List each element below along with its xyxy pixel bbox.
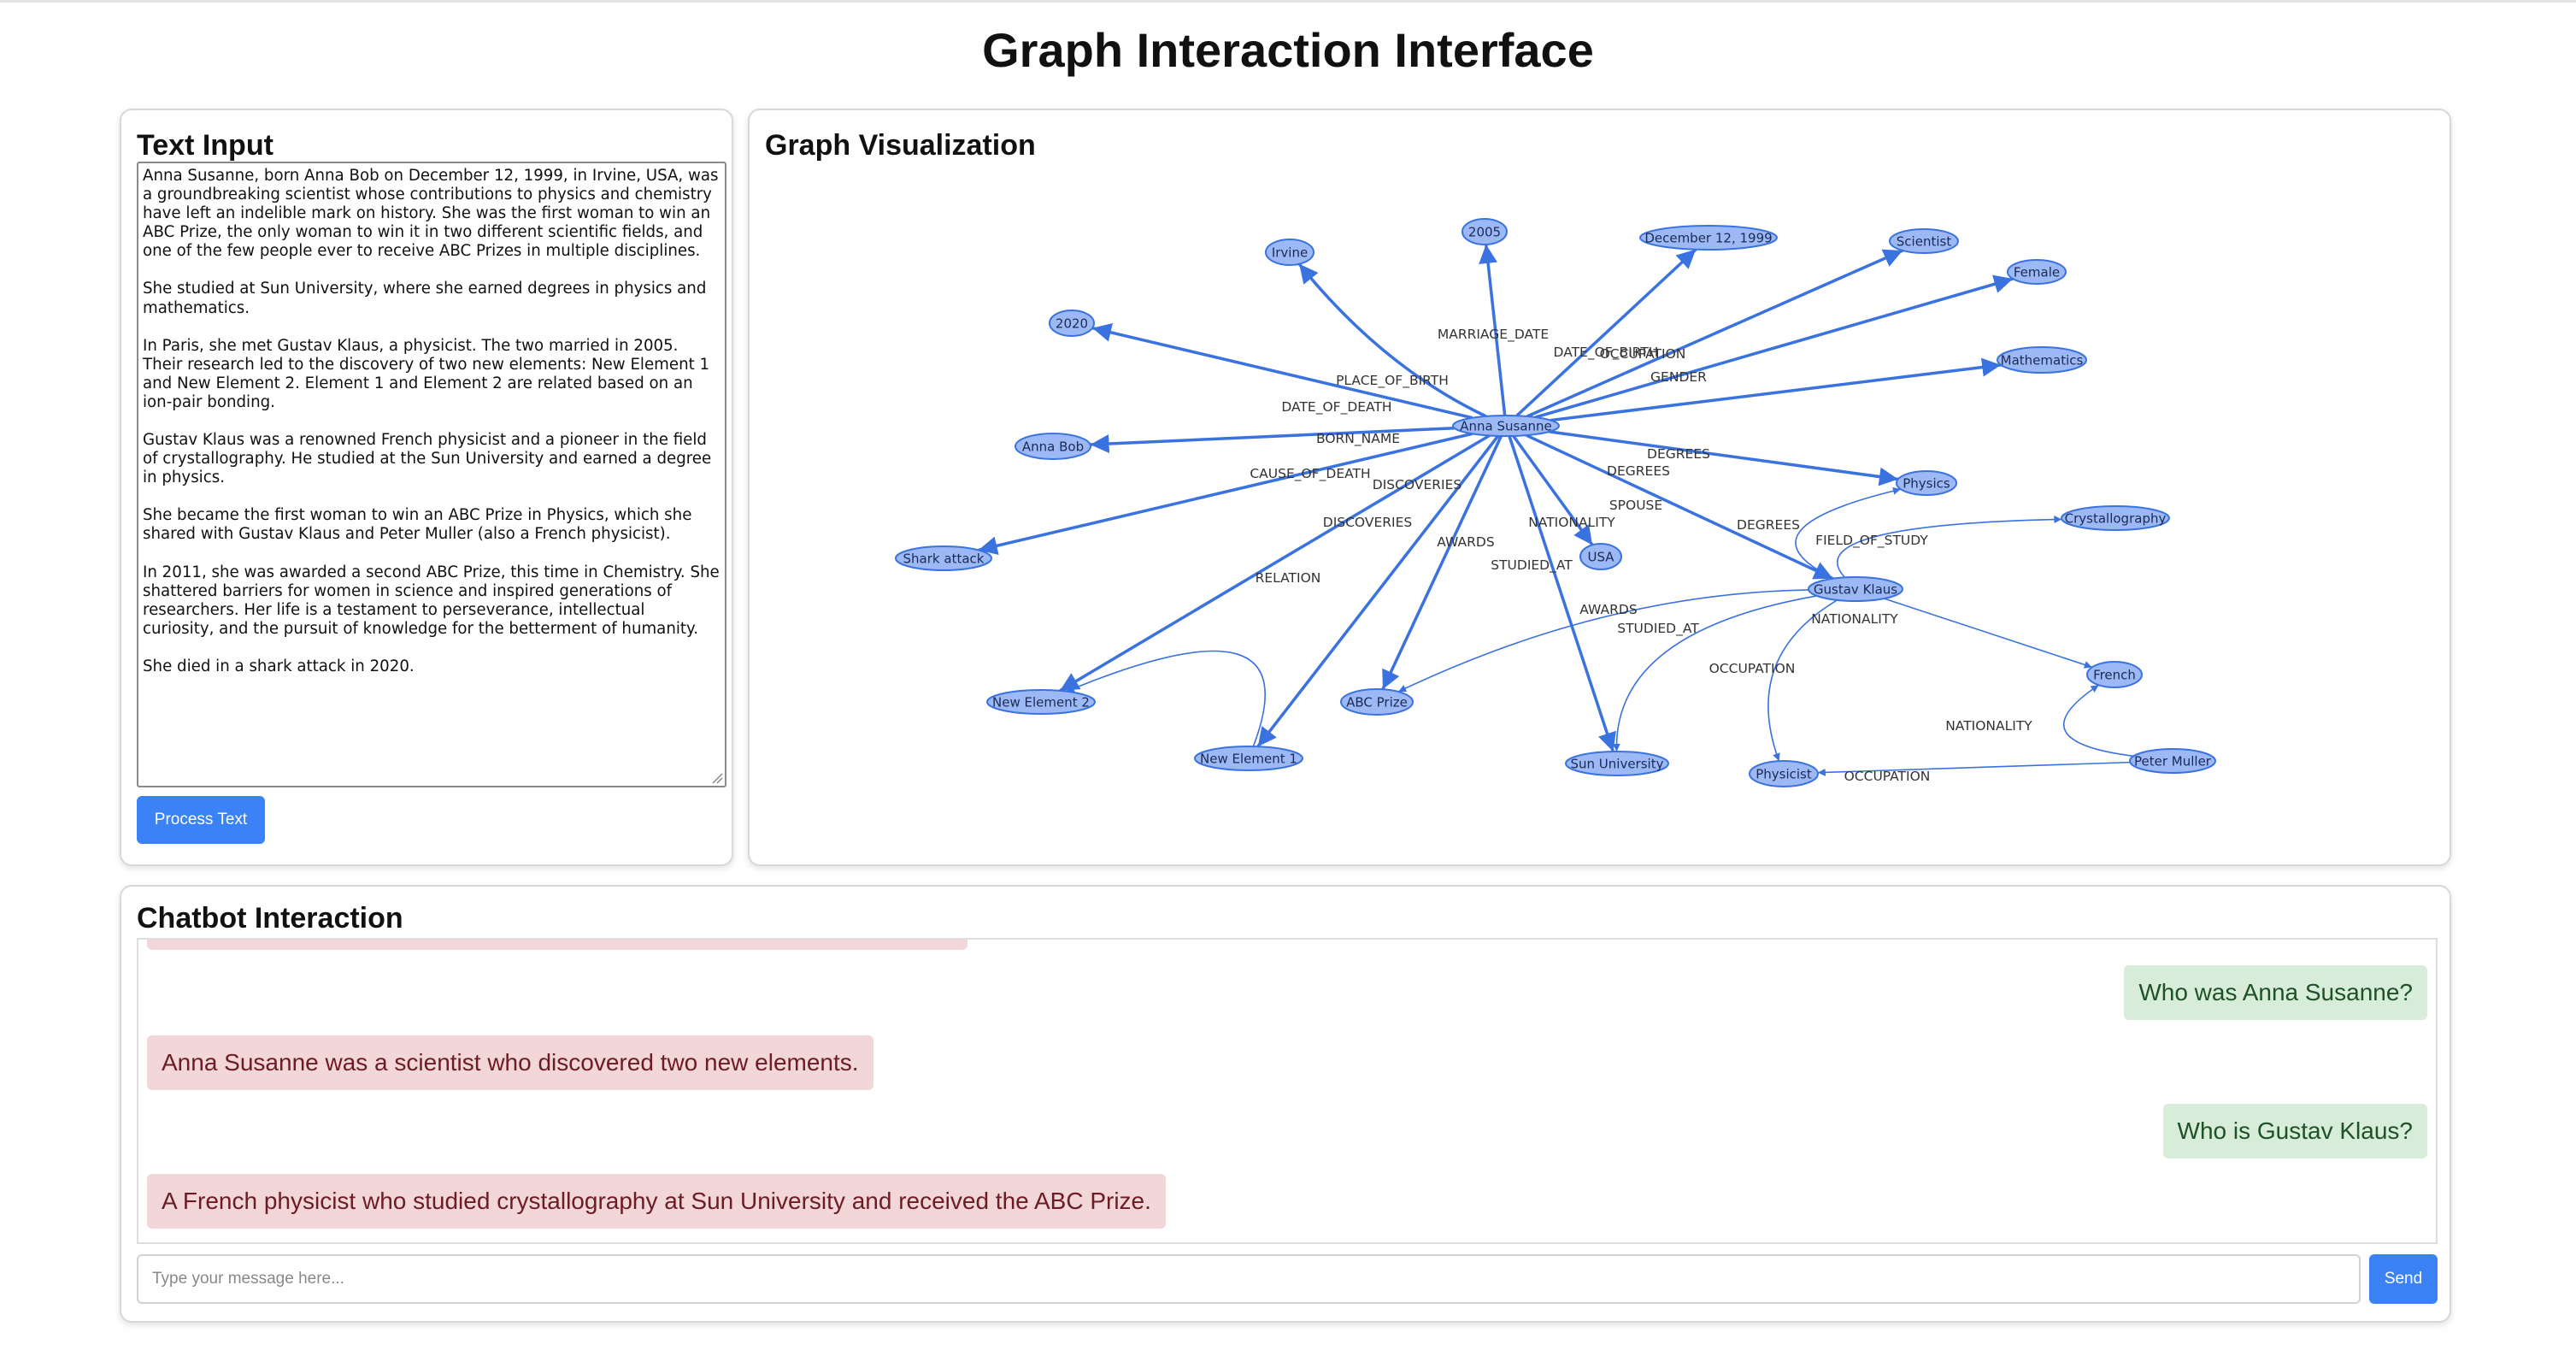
text-input-panel: Text Input Anna Susanne, born Anna Bob o…: [120, 109, 733, 866]
text-paragraph: She became the first woman to win an ABC…: [143, 506, 692, 544]
graph-node-label: Female: [2014, 265, 2060, 280]
graph-edge-label: STUDIED_AT: [1491, 557, 1573, 574]
graph-node-y2005[interactable]: 2005: [1461, 218, 1508, 245]
graph-node-y2020[interactable]: 2020: [1049, 310, 1095, 337]
graph-node-label: Irvine: [1272, 245, 1308, 261]
graph-node-label: ABC Prize: [1346, 695, 1408, 710]
graph-node-crystal[interactable]: Crystallography: [2061, 505, 2170, 531]
graph-node-label: Gustav Klaus: [1814, 582, 1897, 598]
graph-node-usa[interactable]: USA: [1579, 543, 1622, 570]
top-border: [0, 0, 2576, 3]
graph-edge-label: OCCUPATION: [1844, 769, 1931, 784]
graph-node-label: USA: [1587, 550, 1614, 565]
graph-node-label: French: [2093, 668, 2136, 683]
graph-node-scientist[interactable]: Scientist: [1889, 228, 1959, 254]
page-title: Graph Interaction Interface: [982, 23, 1594, 77]
graph-edge-label: AWARDS: [1437, 534, 1494, 550]
graph-node-peter[interactable]: Peter Muller: [2129, 748, 2216, 774]
chatbot-title: Chatbot Interaction: [137, 902, 403, 934]
graph-node-ne2[interactable]: New Element 2: [986, 689, 1096, 715]
graph-node-label: Physics: [1903, 476, 1950, 492]
graph-node-label: New Element 2: [992, 695, 1090, 710]
process-text-button[interactable]: Process Text: [137, 796, 265, 844]
graph-edge-label: OCCUPATION: [1600, 346, 1686, 362]
chat-message-user: Who was Anna Susanne?: [2124, 965, 2427, 1020]
text-paragraph: She died in a shark attack in 2020.: [143, 657, 415, 675]
graph-edge-label: MARRIAGE_DATE: [1438, 327, 1549, 343]
graph-node-dec[interactable]: December 12, 1999: [1639, 225, 1778, 251]
graph-edge-label: BORN_NAME: [1316, 431, 1400, 447]
graph-node-label: Sun University: [1571, 757, 1664, 772]
graph-node-label: Crystallography: [2065, 511, 2167, 527]
text-paragraph: She studied at Sun University, where she…: [143, 280, 707, 317]
graph-node-gustav[interactable]: Gustav Klaus: [1808, 576, 1903, 602]
graph-edge-label: NATIONALITY: [1811, 611, 1898, 627]
graph-edge-anna-sun: [1508, 435, 1616, 752]
graph-edge-label: OCCUPATION: [1709, 661, 1796, 676]
graph-node-physics[interactable]: Physics: [1896, 470, 1957, 496]
graph-node-female[interactable]: Female: [2007, 259, 2067, 285]
graph-edge-label: DATE_OF_DEATH: [1281, 399, 1391, 416]
graph-node-ne1[interactable]: New Element 1: [1194, 746, 1303, 771]
graph-node-anna[interactable]: Anna Susanne: [1452, 415, 1560, 437]
graph-node-label: Mathematics: [2001, 353, 2084, 368]
chat-message-input[interactable]: [137, 1254, 2361, 1304]
text-paragraph: In Paris, she met Gustav Klaus, a physic…: [143, 336, 710, 411]
graph-edge-label: NATIONALITY: [1528, 515, 1615, 530]
graph-node-math[interactable]: Mathematics: [1997, 346, 2087, 374]
text-input-area[interactable]: Anna Susanne, born Anna Bob on December …: [137, 162, 726, 787]
graph-edge-label: DEGREES: [1737, 517, 1800, 533]
graph-edge-label: DISCOVERIES: [1323, 515, 1412, 530]
graph-edge-label: GENDER: [1650, 369, 1707, 385]
graph-node-label: New Element 1: [1200, 752, 1297, 767]
graph-edge-label: DISCOVERIES: [1373, 477, 1461, 492]
graph-edge-label: AWARDS: [1579, 602, 1637, 617]
send-button[interactable]: Send: [2369, 1254, 2438, 1304]
graph-node-shark[interactable]: Shark attack: [895, 545, 992, 571]
graph-edge-label: DEGREES: [1607, 463, 1670, 479]
chat-message-bot: A French physicist who studied crystallo…: [147, 1174, 1166, 1229]
chat-message-user: Who is Gustav Klaus?: [2162, 1104, 2427, 1158]
chat-log[interactable]: Who was Anna Susanne? Anna Susanne was a…: [137, 938, 2438, 1244]
graph-node-label: Peter Muller: [2134, 754, 2212, 769]
graph-node-label: 2005: [1468, 225, 1501, 240]
graph-edge-anna-scientist: [1526, 249, 1903, 418]
graph-visualization-panel: Graph Visualization PLACE_OF_BIRTH MARRIA…: [748, 109, 2451, 866]
text-input-title: Text Input: [137, 129, 273, 162]
text-paragraph: Gustav Klaus was a renowned French physi…: [143, 431, 712, 487]
graph-node-irvine[interactable]: Irvine: [1265, 239, 1314, 266]
resize-handle-icon[interactable]: [711, 772, 723, 784]
graph-canvas[interactable]: PLACE_OF_BIRTHMARRIAGE_DATEDATE_OF_BIRTH…: [750, 110, 2450, 865]
graph-node-label: Shark attack: [903, 551, 985, 567]
graph-edge-label: FIELD_OF_STUDY: [1815, 533, 1928, 549]
graph-node-abc[interactable]: ABC Prize: [1340, 688, 1414, 716]
graph-edge-label: PLACE_OF_BIRTH: [1336, 373, 1449, 389]
graph-node-label: Scientist: [1897, 234, 1952, 250]
graph-edge-label: DEGREES: [1647, 446, 1710, 462]
chat-message-bot: Anna Susanne was a scientist who discove…: [147, 1035, 873, 1090]
graph-edge-peter-french: [2062, 684, 2134, 758]
graph-edge-label: RELATION: [1256, 570, 1321, 586]
graph-node-label: Physicist: [1756, 767, 1812, 782]
graph-node-label: December 12, 1999: [1644, 231, 1772, 246]
graph-edge-ne1-ne2: [1066, 650, 1267, 747]
graph-node-sun[interactable]: Sun University: [1565, 751, 1669, 776]
graph-node-physicist[interactable]: Physicist: [1749, 760, 1819, 787]
graph-node-label: 2020: [1056, 316, 1088, 332]
graph-edge-label: CAUSE_OF_DEATH: [1250, 466, 1370, 482]
text-paragraph: Anna Susanne, born Anna Bob on December …: [143, 167, 719, 261]
graph-edge-label: SPOUSE: [1609, 498, 1662, 513]
graph-edge-gustav-french: [1884, 598, 2093, 669]
chat-message-bot-partial: [147, 940, 967, 950]
graph-edge-label: STUDIED_AT: [1617, 621, 1699, 637]
graph-node-annabob[interactable]: Anna Bob: [1015, 433, 1091, 460]
graph-node-label: Anna Susanne: [1460, 419, 1552, 434]
graph-edge-gustav-crystal: [1836, 516, 2062, 578]
graph-node-label: Anna Bob: [1022, 439, 1084, 455]
graph-edge-label: NATIONALITY: [1945, 718, 2032, 734]
graph-node-french[interactable]: French: [2086, 661, 2143, 688]
chatbot-panel: Chatbot Interaction Who was Anna Susanne…: [120, 885, 2451, 1323]
text-paragraph: In 2011, she was awarded a second ABC Pr…: [143, 563, 720, 638]
